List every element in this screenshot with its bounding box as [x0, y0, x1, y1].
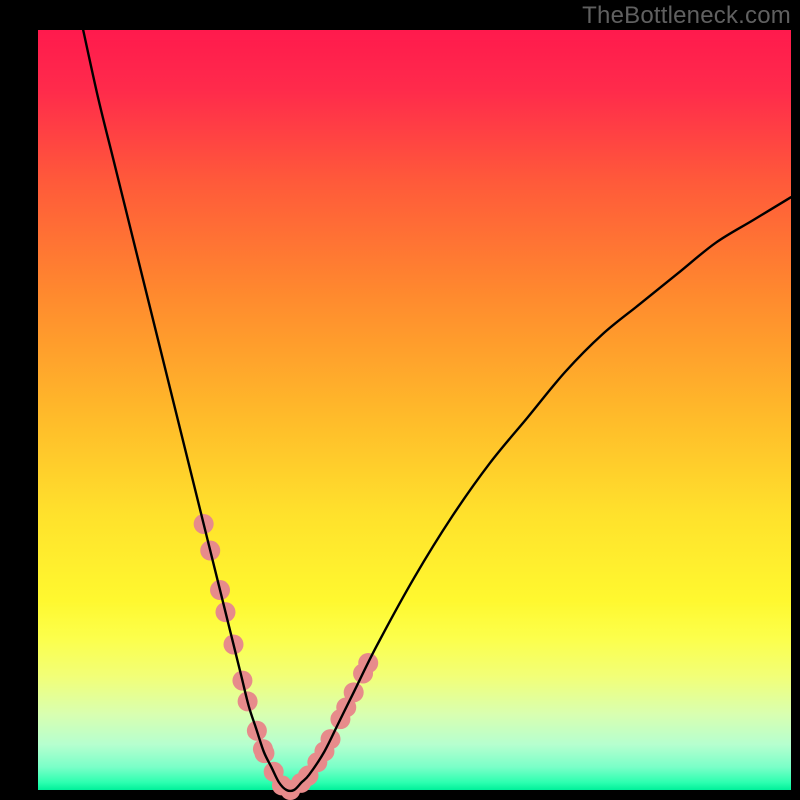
watermark-text: TheBottleneck.com	[582, 2, 791, 30]
plot-area	[38, 30, 791, 790]
chart-frame: TheBottleneck.com	[0, 0, 800, 800]
